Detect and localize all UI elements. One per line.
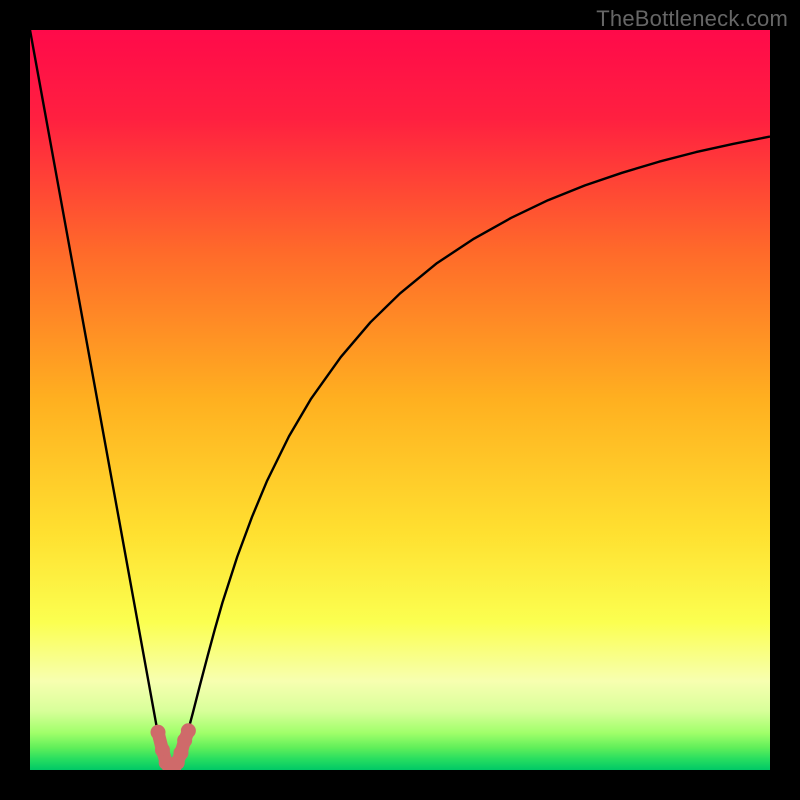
gradient-background [30, 30, 770, 770]
watermark-text: TheBottleneck.com [596, 6, 788, 32]
chart-frame: TheBottleneck.com [0, 0, 800, 800]
plot-area [30, 30, 770, 770]
bottleneck-chart [30, 30, 770, 770]
